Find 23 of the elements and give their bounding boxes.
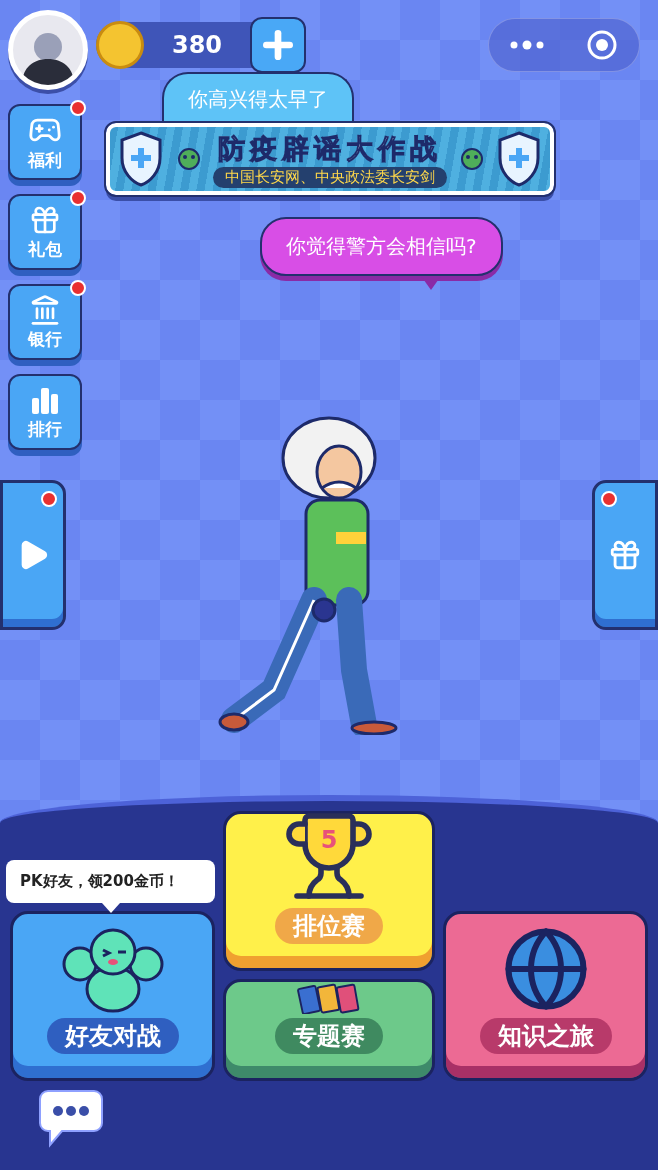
coin-amount: 380 [170,31,224,59]
banner-subtitle: 中国长安网、中央政法委长安剑 [213,166,447,188]
mode-label: 专题赛 [275,1018,383,1054]
shield-icon [496,130,542,188]
add-coins-button[interactable] [250,17,306,73]
game-mode-card[interactable]: 知识之旅 [443,911,648,1081]
side-drawer-tab[interactable] [0,480,66,630]
game-mode-card[interactable]: 专题赛 [223,979,435,1081]
close-icon[interactable] [586,29,618,61]
chat-button[interactable] [36,1089,106,1149]
mode-label: 知识之旅 [479,1018,612,1054]
side-drawer-tab[interactable] [592,480,658,630]
rank-number: 5 [320,826,338,854]
game-mode-card[interactable]: 好友对战 [10,911,215,1081]
bank-icon [29,293,61,326]
chat-bubble-icon [38,1089,104,1149]
game-mode-card[interactable]: 5 排位赛 [223,811,435,971]
shield-icon [118,130,164,188]
mode-label: 排位赛 [275,908,383,944]
more-icon[interactable] [510,40,544,50]
mode-label: 好友对战 [46,1018,179,1054]
coin-icon [96,21,144,69]
gift-icon [608,538,642,572]
